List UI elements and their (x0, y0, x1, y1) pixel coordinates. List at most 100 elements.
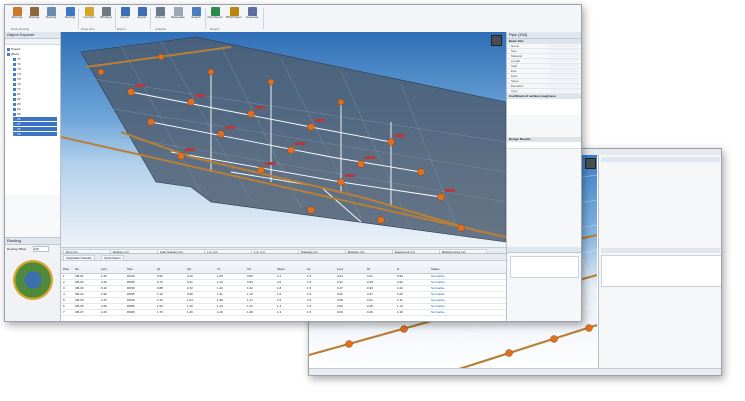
tree-item[interactable]: Z2 (13, 97, 57, 101)
ribbon-button-4[interactable]: Connect (81, 7, 97, 29)
tree-item[interactable]: Z7 (13, 122, 57, 126)
property-value[interactable] (549, 54, 579, 57)
tree-item[interactable]: Z6 (13, 117, 57, 121)
ribbon-button-13[interactable]: Generate (244, 7, 260, 29)
table-cell: 1.5 (307, 298, 312, 302)
column-header[interactable]: Vd (247, 267, 251, 272)
table-cell: 0.34 (337, 274, 343, 278)
table-cell: CB-04 (75, 292, 84, 296)
table-cell: Normative (431, 274, 445, 278)
table-cell: Normative (431, 292, 445, 296)
property-value[interactable] (549, 89, 579, 92)
column-header[interactable]: Qd (187, 267, 191, 272)
tree-item[interactable]: Z3 (13, 102, 57, 106)
column-header[interactable]: L(m) (101, 267, 107, 272)
view-cube-icon[interactable] (491, 35, 502, 46)
layer-icon (13, 97, 16, 101)
ribbon-tool-icon (210, 7, 220, 16)
property-label: Type (511, 89, 518, 93)
ribbon-button-label: Export (137, 16, 147, 19)
ribbon-button-7[interactable]: Export (134, 7, 150, 29)
column-header[interactable]: Hf (367, 267, 370, 272)
table-cell: 0.49 (367, 310, 373, 314)
routing-header: Routing (5, 238, 60, 245)
table-cell: CB-05 (75, 298, 84, 302)
tree-item[interactable]: Project (7, 47, 51, 51)
table-cell: 1.04 (187, 298, 193, 302)
ribbon-tool-icon (155, 7, 165, 16)
tree-item[interactable]: [Root] (7, 52, 51, 56)
tree-item[interactable]: Y1 (13, 57, 57, 61)
ribbon-button-2[interactable]: Routing (43, 7, 59, 29)
column-header[interactable]: Qf (157, 267, 160, 272)
tree-item[interactable]: Z4 (13, 107, 57, 111)
object-tree[interactable]: Project [Root] Y1 Y2 Y3 Y4 Y5 Y6 Y7 Z1 Z2 Z3 Z4 Z5 Z6 Z… (5, 45, 60, 195)
ribbon-separator (205, 8, 206, 29)
secondary-panel-header (601, 157, 720, 162)
tree-item[interactable]: Y7 (13, 87, 57, 91)
table-cell: 1.06 (397, 292, 403, 296)
ribbon-button-label: Bridging (100, 16, 112, 19)
property-row[interactable]: Type (507, 89, 581, 94)
ribbon-separator (150, 8, 151, 29)
property-value[interactable] (549, 69, 579, 72)
table-cell: 1.05 (217, 274, 223, 278)
routing-offset-input[interactable]: 100 (33, 246, 49, 252)
table-cell: CB-07 (75, 310, 84, 314)
table-cell: 0.88 (157, 286, 163, 290)
column-header[interactable]: No. (75, 267, 80, 272)
property-value[interactable] (549, 79, 579, 82)
ribbon-button-1[interactable]: Routing (26, 7, 42, 29)
layer-icon (13, 67, 16, 71)
ribbon-tool-icon (29, 7, 39, 16)
main-3d-viewport[interactable] (61, 32, 506, 247)
table-cell: 0.21 (367, 274, 373, 278)
ribbon-button-5[interactable]: Bridging (98, 7, 114, 29)
property-value[interactable] (549, 49, 579, 52)
ribbon-separator (78, 8, 79, 29)
column-header[interactable]: Status (431, 267, 440, 272)
view-cube-icon[interactable] (585, 158, 596, 169)
tree-item[interactable]: Y2 (13, 62, 57, 66)
property-value[interactable] (549, 74, 579, 77)
column-header[interactable]: H (397, 267, 399, 272)
ribbon-button-3[interactable]: Routing (62, 7, 78, 29)
tree-item[interactable]: Y3 (13, 67, 57, 71)
property-value[interactable] (549, 84, 579, 87)
table-cell: 6 (63, 304, 65, 308)
table-cell: 2.1 (277, 274, 282, 278)
ribbon-button-9[interactable]: Baseplate (170, 7, 186, 29)
tree-item[interactable]: Z1 (13, 92, 57, 96)
table-row[interactable]: 7 CB-07 1.60 DN80 1.70 1.46 1.49 1.28 1.3 1.5 0.69… (61, 310, 506, 316)
property-value[interactable] (549, 64, 579, 67)
tree-item[interactable]: Y5 (13, 77, 57, 81)
property-value[interactable] (549, 44, 579, 47)
tab-calculation-results[interactable]: Calculation Results (63, 255, 95, 261)
ribbon-button-8[interactable]: Options (152, 7, 168, 29)
tree-item-label: Z7 (17, 122, 21, 126)
table-cell: 5 (63, 298, 65, 302)
ribbon-button-6[interactable]: Export (117, 7, 133, 29)
ribbon-button-11[interactable]: Clip Report (207, 7, 223, 29)
table-cell: 0.82 (247, 274, 253, 278)
ribbon-button-10[interactable]: Search (188, 7, 204, 29)
tree-item-label: [Root] (11, 52, 20, 56)
ribbon-button-0[interactable]: Routing (9, 7, 25, 29)
column-header[interactable]: Vf (217, 267, 220, 272)
column-header[interactable]: Pipe (63, 267, 69, 272)
tree-item[interactable]: Z8 (13, 127, 57, 131)
tree-item[interactable]: Z5 (13, 112, 57, 116)
tree-item[interactable]: Y6 (13, 82, 57, 86)
tree-item[interactable]: Y4 (13, 72, 57, 76)
ribbon-button-label: Baseplate (171, 16, 185, 19)
column-header[interactable]: Loss (337, 267, 343, 272)
column-header[interactable]: Size (127, 267, 133, 272)
ribbon-button-12[interactable]: BOM Report (226, 7, 242, 29)
column-header[interactable]: Ks (307, 267, 311, 272)
tab-optimization[interactable]: Optimization (101, 255, 124, 261)
property-value[interactable] (549, 59, 579, 62)
tree-item-label: Z8 (17, 127, 21, 131)
routing-direction-wheel[interactable] (13, 260, 53, 300)
tree-item[interactable]: Z9 (13, 132, 57, 136)
column-header[interactable]: Slope (277, 267, 285, 272)
